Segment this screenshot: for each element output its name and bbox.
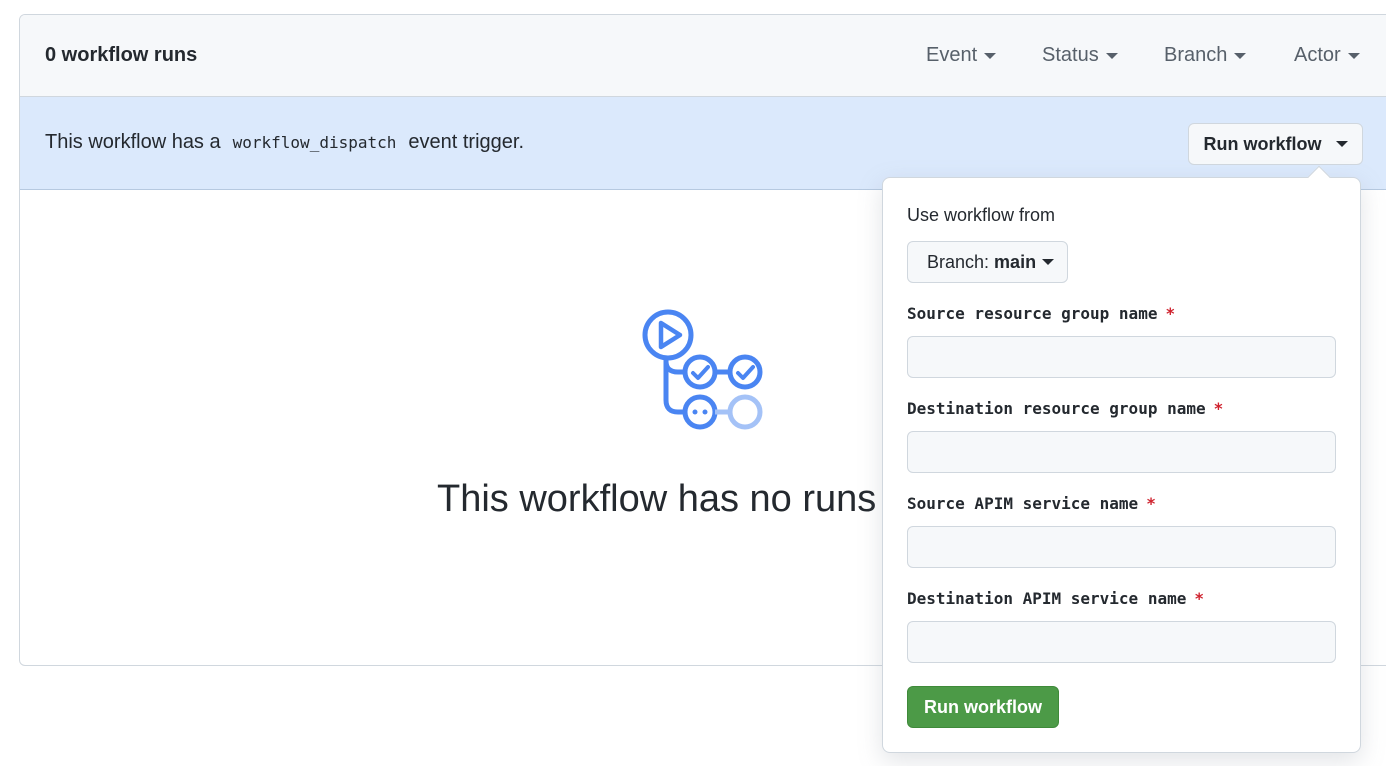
caret-down-icon [1105, 52, 1118, 59]
banner-text-after: event trigger. [408, 131, 525, 153]
run-workflow-submit-button[interactable]: Run workflow [907, 686, 1059, 728]
source-rg-input[interactable] [907, 336, 1336, 378]
branch-select-button[interactable]: Branch: main [907, 241, 1068, 283]
filter-bar: Event Status Branch Actor [20, 15, 1386, 97]
workflow-icon [642, 309, 763, 430]
required-marker: * [1213, 399, 1224, 418]
required-marker: * [1194, 589, 1204, 608]
caret-down-icon [1335, 141, 1348, 147]
filter-status-label: Status [1042, 44, 1099, 66]
filter-branch[interactable]: Branch [1164, 44, 1247, 67]
run-workflow-dropdown-button[interactable]: Run workflow [1188, 123, 1363, 165]
source-rg-label: Source resource group name * [907, 304, 1175, 323]
required-marker: * [1165, 304, 1176, 323]
banner-text: This workflow has a workflow_dispatch ev… [45, 131, 524, 154]
destination-rg-label: Destination resource group name * [907, 399, 1223, 418]
caret-down-icon [984, 52, 997, 59]
run-workflow-dropdown-label: Run workflow [1203, 133, 1322, 154]
filter-event[interactable]: Event [926, 44, 997, 67]
runs-header: 0 workflow runs Event Status Branch Acto… [20, 15, 1386, 97]
destination-rg-label-text: Destination resource group name [907, 399, 1206, 418]
empty-state-title: This workflow has no runs yet. [437, 478, 949, 520]
use-workflow-from-label: Use workflow from [907, 205, 1056, 225]
filter-branch-label: Branch [1164, 44, 1228, 66]
branch-prefix: Branch: [927, 251, 990, 272]
caret-down-icon [1234, 52, 1247, 59]
destination-apim-label: Destination APIM service name * [907, 589, 1204, 608]
filter-actor-label: Actor [1294, 44, 1341, 66]
source-apim-input[interactable] [907, 526, 1336, 568]
filter-status[interactable]: Status [1042, 44, 1118, 67]
branch-value: main [994, 251, 1037, 272]
source-rg-label-text: Source resource group name [907, 304, 1158, 323]
filter-actor[interactable]: Actor [1294, 44, 1360, 67]
destination-apim-input[interactable] [907, 621, 1336, 663]
source-apim-label-text: Source APIM service name [907, 494, 1139, 513]
filter-event-label: Event [926, 44, 978, 66]
caret-down-icon [1042, 259, 1055, 265]
required-marker: * [1146, 494, 1156, 513]
source-apim-label: Source APIM service name * [907, 494, 1156, 513]
banner-code: workflow_dispatch [232, 133, 397, 152]
caret-down-icon [1347, 52, 1360, 59]
destination-rg-input[interactable] [907, 431, 1336, 473]
run-workflow-popover: Use workflow from Branch: main Source res… [882, 165, 1361, 753]
destination-apim-label-text: Destination APIM service name [907, 589, 1187, 608]
banner-text-before: This workflow has a [45, 131, 221, 153]
